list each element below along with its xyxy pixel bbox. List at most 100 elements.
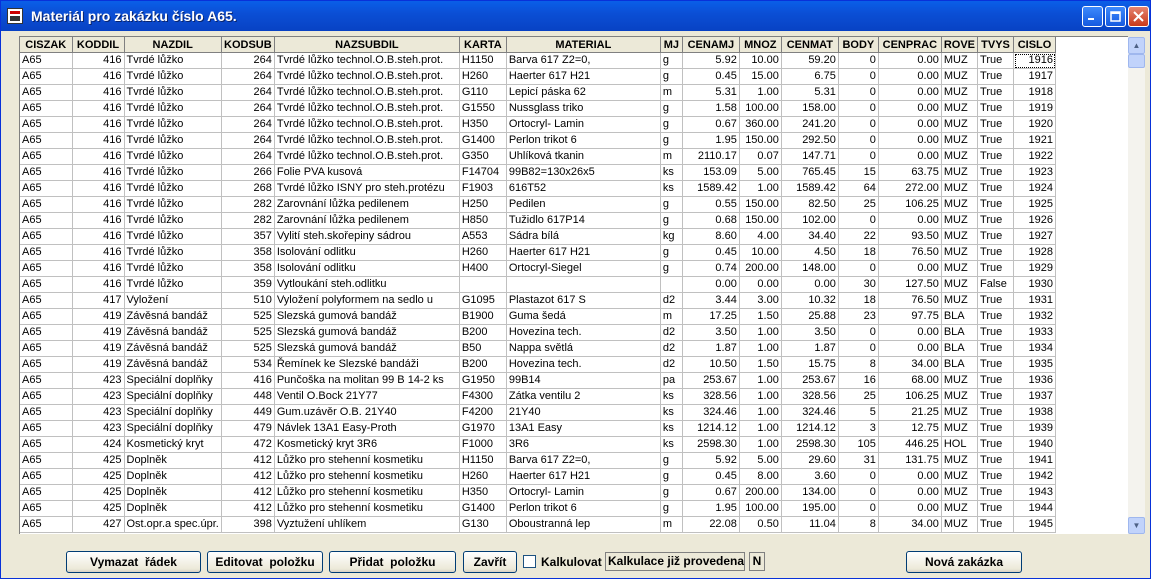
cell-koddil[interactable]: 416	[72, 52, 125, 69]
cell-mnoz[interactable]: 1.00	[739, 388, 782, 405]
cell-cislo[interactable]: 1923	[1013, 164, 1057, 181]
cell-body[interactable]: 0	[838, 68, 879, 85]
cell-body[interactable]: 0	[838, 116, 879, 133]
cell-nazdil[interactable]: Tvrdé lůžko	[124, 52, 222, 69]
close-button[interactable]: Zavřít	[463, 551, 517, 573]
cell-koddil[interactable]: 416	[72, 84, 125, 101]
cell-mj[interactable]: ks	[660, 436, 683, 453]
cell-nazsubdil[interactable]: Gum.uzávěr O.B. 21Y40	[274, 404, 460, 421]
column-header-mnoz[interactable]: MNOZ	[739, 37, 782, 53]
table-row[interactable]: A65 419 Závěsná bandáž 525 Slezská gumová ba…	[20, 340, 1057, 357]
cell-material[interactable]: Perlon trikot 6	[506, 132, 661, 149]
cell-kodsub[interactable]: 264	[221, 132, 275, 149]
cell-karta[interactable]: B200	[459, 356, 507, 373]
cell-kodsub[interactable]: 264	[221, 52, 275, 69]
cell-rove[interactable]: MUZ	[941, 484, 979, 501]
column-header-tvys[interactable]: TVYS	[977, 37, 1015, 53]
cell-karta[interactable]: F4300	[459, 388, 507, 405]
cell-cenamj[interactable]: 0.45	[682, 244, 740, 261]
cell-ciszak[interactable]: A65	[20, 292, 73, 309]
cell-nazsubdil[interactable]: Návlek 13A1 Easy-Proth	[274, 420, 460, 437]
cell-cislo[interactable]: 1925	[1013, 196, 1057, 213]
cell-ciszak[interactable]: A65	[20, 276, 73, 293]
cell-tvys[interactable]: False	[977, 276, 1015, 293]
cell-karta[interactable]: B50	[459, 340, 507, 357]
cell-rove[interactable]: MUZ	[941, 260, 979, 277]
cell-tvys[interactable]: True	[977, 308, 1015, 325]
cell-tvys[interactable]: True	[977, 116, 1015, 133]
cell-mnoz[interactable]: 15.00	[739, 68, 782, 85]
cell-koddil[interactable]: 423	[72, 404, 125, 421]
cell-mnoz[interactable]: 4.00	[739, 228, 782, 245]
cell-material[interactable]: Plastazot 617 S	[506, 292, 661, 309]
cell-rove[interactable]: MUZ	[941, 372, 979, 389]
cell-kodsub[interactable]: 412	[221, 484, 275, 501]
cell-mj[interactable]: m	[660, 84, 683, 101]
cell-koddil[interactable]: 416	[72, 180, 125, 197]
cell-cenmat[interactable]: 102.00	[781, 212, 839, 229]
cell-kodsub[interactable]: 510	[221, 292, 275, 309]
cell-karta[interactable]: H260	[459, 468, 507, 485]
cell-karta[interactable]: G110	[459, 84, 507, 101]
cell-cislo[interactable]: 1921	[1013, 132, 1057, 149]
cell-material[interactable]: 616T52	[506, 180, 661, 197]
cell-koddil[interactable]: 423	[72, 420, 125, 437]
cell-mnoz[interactable]: 0.50	[739, 516, 782, 533]
cell-cenmat[interactable]: 1589.42	[781, 180, 839, 197]
table-row[interactable]: A65 416 Tvrdé lůžko 264 Tvrdé lůžko technol.…	[20, 68, 1057, 85]
column-header-cenprac[interactable]: CENPRAC	[878, 37, 942, 53]
cell-material[interactable]: Guma šedá	[506, 308, 661, 325]
column-header-cenmat[interactable]: CENMAT	[781, 37, 839, 53]
cell-body[interactable]: 25	[838, 196, 879, 213]
cell-kodsub[interactable]: 448	[221, 388, 275, 405]
cell-nazdil[interactable]: Tvrdé lůžko	[124, 100, 222, 117]
cell-cenmat[interactable]: 4.50	[781, 244, 839, 261]
cell-body[interactable]: 105	[838, 436, 879, 453]
cell-koddil[interactable]: 423	[72, 388, 125, 405]
cell-nazdil[interactable]: Vyložení	[124, 292, 222, 309]
table-row[interactable]: A65 423 Speciální doplňky 479 Návlek 13A1 Ea…	[20, 420, 1057, 437]
cell-nazdil[interactable]: Tvrdé lůžko	[124, 164, 222, 181]
cell-ciszak[interactable]: A65	[20, 196, 73, 213]
cell-cenamj[interactable]: 5.31	[682, 84, 740, 101]
cell-rove[interactable]: BLA	[941, 308, 979, 325]
cell-ciszak[interactable]: A65	[20, 100, 73, 117]
cell-cenamj[interactable]: 328.56	[682, 388, 740, 405]
cell-material[interactable]: 3R6	[506, 436, 661, 453]
cell-cislo[interactable]: 1939	[1013, 420, 1057, 437]
cell-mj[interactable]: kg	[660, 228, 683, 245]
cell-mnoz[interactable]: 10.00	[739, 244, 782, 261]
cell-nazdil[interactable]: Tvrdé lůžko	[124, 180, 222, 197]
cell-koddil[interactable]: 419	[72, 340, 125, 357]
cell-rove[interactable]: BLA	[941, 324, 979, 341]
column-header-nazdil[interactable]: NAZDIL	[124, 37, 222, 53]
cell-cenamj[interactable]: 1.58	[682, 100, 740, 117]
cell-nazsubdil[interactable]: Vyložení polyformem na sedlo u	[274, 292, 460, 309]
cell-mj[interactable]: g	[660, 260, 683, 277]
cell-tvys[interactable]: True	[977, 212, 1015, 229]
cell-cenprac[interactable]: 63.75	[878, 164, 942, 181]
cell-rove[interactable]: MUZ	[941, 452, 979, 469]
cell-tvys[interactable]: True	[977, 52, 1015, 69]
cell-cenprac[interactable]: 0.00	[878, 148, 942, 165]
cell-karta[interactable]: H250	[459, 196, 507, 213]
cell-mj[interactable]: ks	[660, 164, 683, 181]
cell-cenprac[interactable]: 12.75	[878, 420, 942, 437]
cell-tvys[interactable]: True	[977, 68, 1015, 85]
cell-kodsub[interactable]: 266	[221, 164, 275, 181]
cell-mnoz[interactable]: 1.00	[739, 420, 782, 437]
cell-tvys[interactable]: True	[977, 164, 1015, 181]
cell-koddil[interactable]: 416	[72, 116, 125, 133]
cell-material[interactable]: Zátka ventilu 2	[506, 388, 661, 405]
cell-body[interactable]: 0	[838, 484, 879, 501]
cell-tvys[interactable]: True	[977, 388, 1015, 405]
cell-cenprac[interactable]: 0.00	[878, 484, 942, 501]
cell-cenmat[interactable]: 10.32	[781, 292, 839, 309]
cell-kodsub[interactable]: 525	[221, 324, 275, 341]
column-header-body[interactable]: BODY	[838, 37, 879, 53]
cell-cenmat[interactable]: 34.40	[781, 228, 839, 245]
cell-material[interactable]: Oboustranná lep	[506, 516, 661, 533]
cell-nazsubdil[interactable]: Zarovnání lůžka pedilenem	[274, 212, 460, 229]
cell-nazsubdil[interactable]: Tvrdé lůžko technol.O.B.steh.prot.	[274, 132, 460, 149]
cell-material[interactable]: Sádra bílá	[506, 228, 661, 245]
